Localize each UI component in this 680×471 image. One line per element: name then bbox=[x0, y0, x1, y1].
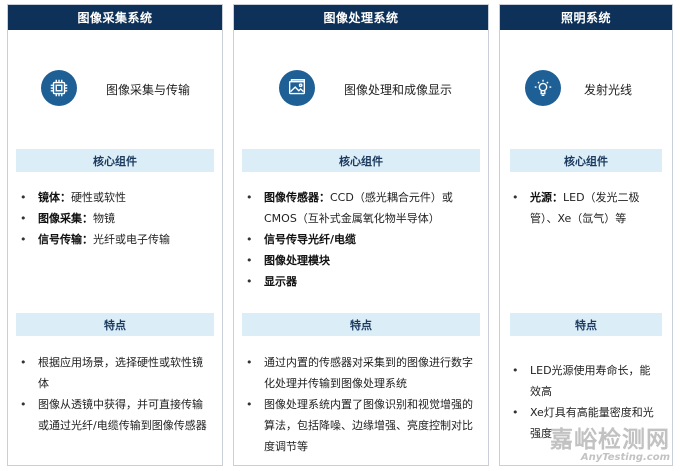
list-item: 图像处理模块 bbox=[244, 250, 476, 271]
image-icon bbox=[279, 70, 315, 106]
component-name: 图像传感器： bbox=[264, 191, 330, 204]
component-name: 镜体： bbox=[38, 191, 71, 204]
column-image-processing: 图像处理系统 图像处理和成像显示 核心组件 图像传感器：CCD（感光耦合元件）或… bbox=[233, 4, 489, 466]
list-item: 图像处理系统内置了图像识别和视觉增强的算法，包括降噪、边缘增强、亮度控制对比度调… bbox=[244, 394, 474, 457]
list-item: 显示器 bbox=[244, 271, 476, 292]
component-name: 光源： bbox=[530, 191, 563, 204]
features-list: 根据应用场景，选择硬性或软性镜体 图像从透镜中获得，并可直接传输或通过光纤/电缆… bbox=[18, 352, 208, 436]
components-label: 核心组件 bbox=[242, 149, 480, 172]
list-item: 光源：LED（发光二极管）、Xe（氙气）等 bbox=[510, 187, 662, 229]
component-desc: 硬性或软性 bbox=[71, 191, 126, 204]
features-label: 特点 bbox=[16, 313, 214, 336]
watermark: 嘉峪检测网 AnyTesting.com bbox=[550, 428, 670, 463]
list-item: 图像从透镜中获得，并可直接传输或通过光纤/电缆传输到图像传感器 bbox=[18, 394, 208, 436]
component-name: 信号传输： bbox=[38, 233, 93, 246]
components-list: 光源：LED（发光二极管）、Xe（氙气）等 bbox=[510, 187, 662, 229]
list-item: 图像采集：物镜 bbox=[18, 208, 218, 229]
component-name: 信号传导光纤/电缆 bbox=[264, 233, 357, 246]
list-item: 图像传感器：CCD（感光耦合元件）或CMOS（互补式金属氧化物半导体） bbox=[244, 187, 476, 229]
list-item: 信号传导光纤/电缆 bbox=[244, 229, 476, 250]
watermark-en: AnyTesting.com bbox=[580, 452, 670, 463]
column-header: 图像采集系统 bbox=[8, 5, 222, 30]
features-label: 特点 bbox=[242, 313, 480, 336]
column-header: 图像处理系统 bbox=[234, 5, 488, 30]
component-name: 显示器 bbox=[264, 275, 297, 288]
components-label: 核心组件 bbox=[510, 149, 662, 172]
list-item: 镜体：硬性或软性 bbox=[18, 187, 218, 208]
features-list: 通过内置的传感器对采集到的图像进行数字化处理并传输到图像处理系统 图像处理系统内… bbox=[244, 352, 474, 457]
light-bulb-icon bbox=[525, 70, 561, 106]
watermark-cn: 嘉峪检测网 bbox=[550, 427, 670, 453]
component-name: 图像处理模块 bbox=[264, 254, 330, 267]
list-item: LED光源使用寿命长，能效高 bbox=[510, 360, 660, 402]
component-desc: 物镜 bbox=[93, 212, 115, 225]
system-title: 发射光线 bbox=[584, 83, 633, 97]
column-image-acquisition: 图像采集系统 图像采集与传输 核心组件 镜体：硬性或软性 图像采集：物镜 信号传… bbox=[7, 4, 223, 466]
column-header: 照明系统 bbox=[500, 5, 672, 30]
list-item: 根据应用场景，选择硬性或软性镜体 bbox=[18, 352, 208, 394]
components-list: 图像传感器：CCD（感光耦合元件）或CMOS（互补式金属氧化物半导体） 信号传导… bbox=[244, 187, 476, 292]
components-list: 镜体：硬性或软性 图像采集：物镜 信号传输：光纤或电子传输 bbox=[18, 187, 218, 250]
component-desc: 光纤或电子传输 bbox=[93, 233, 170, 246]
components-label: 核心组件 bbox=[16, 149, 214, 172]
list-item: 信号传输：光纤或电子传输 bbox=[18, 229, 218, 250]
column-lighting: 照明系统 发射光线 核心组件 光源：LED（发光二极管）、Xe（氙气）等 特点 … bbox=[499, 4, 673, 466]
features-label: 特点 bbox=[510, 313, 662, 336]
system-title: 图像采集与传输 bbox=[106, 83, 191, 97]
system-title: 图像处理和成像显示 bbox=[344, 83, 453, 97]
list-item: 通过内置的传感器对采集到的图像进行数字化处理并传输到图像处理系统 bbox=[244, 352, 474, 394]
chip-icon bbox=[41, 70, 77, 106]
component-name: 图像采集： bbox=[38, 212, 93, 225]
